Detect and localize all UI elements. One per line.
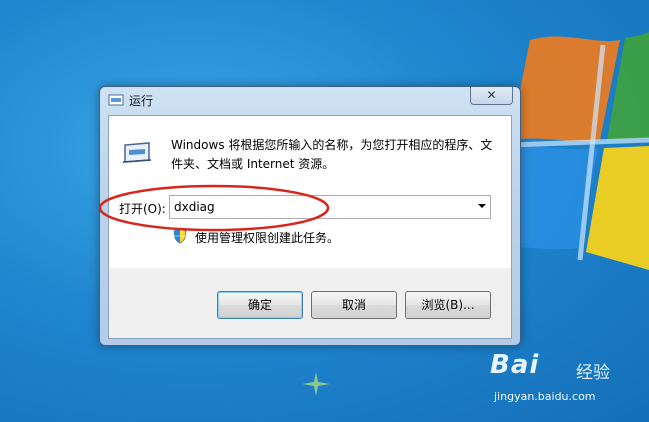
run-icon [108,94,124,106]
cancel-button[interactable]: 取消 [311,291,397,319]
desktop: 运行 ✕ Windows 将根据您所输入的名称，为您打开相应的程序、文件夹、文档… [0,0,649,422]
watermark-brand: Bai [490,350,540,380]
dialog-description: Windows 将根据您所输入的名称，为您打开相应的程序、文件夹、文档或 Int… [171,138,493,171]
title-bar[interactable]: 运行 ✕ [100,87,520,113]
baidu-jingyan-watermark: Bai 经验 jingyan.baidu.com [490,350,620,410]
sparkle-decoration [302,372,330,396]
ok-button[interactable]: 确定 [217,291,303,319]
dialog-content: Windows 将根据您所输入的名称，为您打开相应的程序、文件夹、文档或 Int… [98,116,511,268]
red-circle-annotation [98,184,330,232]
watermark-suffix: 经验 [576,363,610,383]
watermark-url: jingyan.baidu.com [494,390,596,403]
close-button[interactable]: ✕ [470,87,513,105]
run-icon [122,142,152,163]
dropdown-arrow-icon[interactable] [478,204,486,208]
dialog-title: 运行 [129,94,154,108]
browse-button[interactable]: 浏览(B)... [405,291,491,319]
run-dialog: 运行 ✕ Windows 将根据您所输入的名称，为您打开相应的程序、文件夹、文档… [98,86,521,346]
dialog-body: Windows 将根据您所输入的名称，为您打开相应的程序、文件夹、文档或 Int… [98,115,512,339]
